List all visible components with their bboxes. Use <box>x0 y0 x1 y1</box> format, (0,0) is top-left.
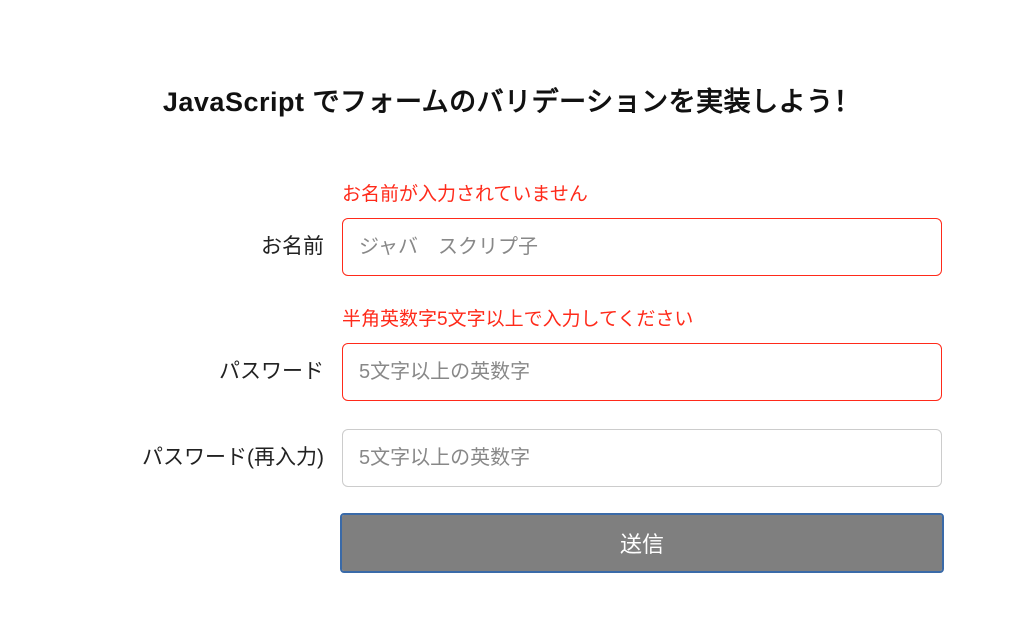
submit-button[interactable]: 送信 <box>342 515 942 571</box>
form-row-name: お名前 お名前が入力されていません <box>82 179 942 276</box>
form-container: JavaScript でフォームのバリデーションを実装しよう！ お名前 お名前が… <box>82 80 942 571</box>
input-col: お名前が入力されていません <box>342 179 942 276</box>
label-col: パスワード(再入力) <box>82 441 342 487</box>
name-input[interactable] <box>342 218 942 276</box>
form-row-password-confirm: パスワード(再入力) <box>82 429 942 487</box>
password-confirm-input[interactable] <box>342 429 942 487</box>
password-input[interactable] <box>342 343 942 401</box>
password-label: パスワード <box>219 360 324 383</box>
password-confirm-label: パスワード(再入力) <box>142 446 324 469</box>
form-row-password: パスワード 半角英数字5文字以上で入力してください <box>82 304 942 401</box>
button-row: 送信 <box>82 515 942 571</box>
page-title: JavaScript でフォームのバリデーションを実装しよう！ <box>82 80 942 119</box>
label-col: パスワード <box>82 355 342 401</box>
label-col: お名前 <box>82 230 342 276</box>
input-col: 半角英数字5文字以上で入力してください <box>342 304 942 401</box>
label-col <box>82 515 342 571</box>
input-col <box>342 429 942 487</box>
name-error-message: お名前が入力されていません <box>342 179 942 206</box>
name-label: お名前 <box>261 235 324 258</box>
password-error-message: 半角英数字5文字以上で入力してください <box>342 304 942 331</box>
